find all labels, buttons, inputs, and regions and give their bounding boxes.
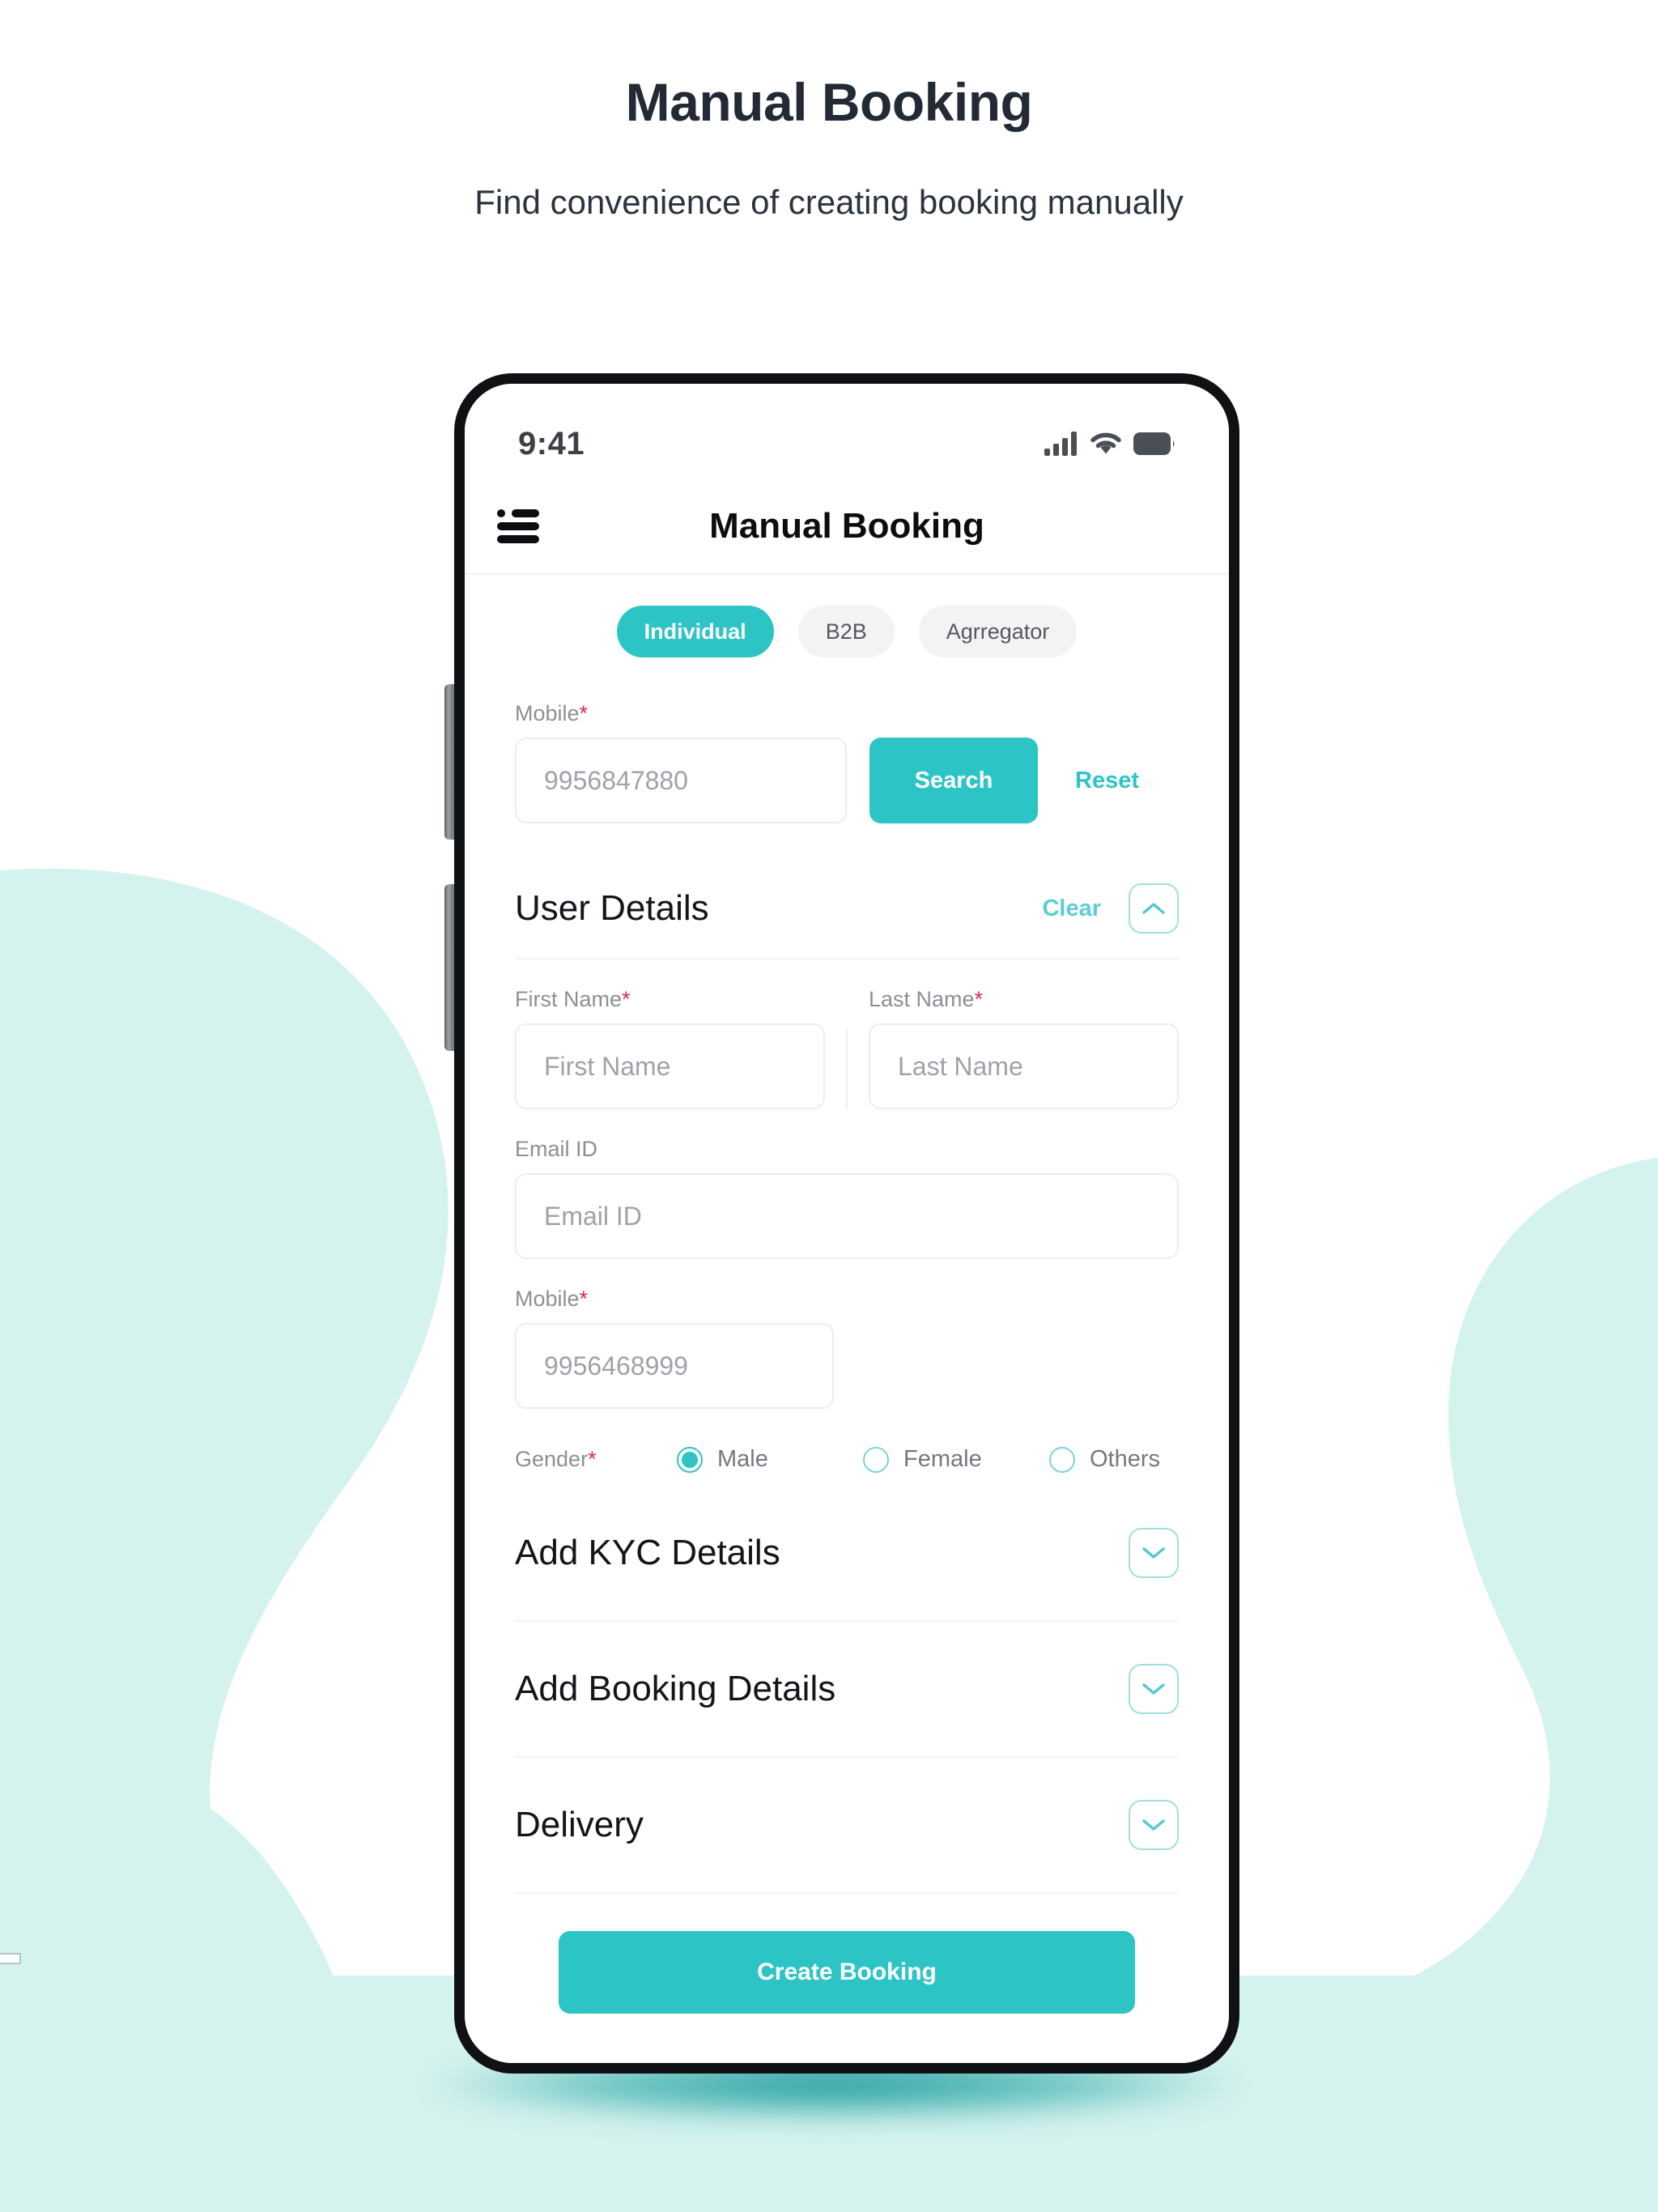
accordion-title: Delivery — [515, 1805, 644, 1844]
reset-link[interactable]: Reset — [1075, 738, 1139, 823]
radio-dot — [682, 1451, 698, 1468]
required-asterisk: * — [622, 987, 631, 1011]
right-blob — [1295, 1158, 1658, 2016]
radio-icon — [1049, 1446, 1075, 1473]
search-mobile-label-text: Mobile — [515, 701, 580, 725]
accordion-expand-button[interactable] — [1129, 1800, 1179, 1850]
last-name-label-text: Last Name — [869, 987, 975, 1011]
clear-link[interactable]: Clear — [1042, 895, 1101, 922]
first-name-label-text: First Name — [515, 987, 623, 1011]
email-group: Email ID Email ID — [515, 1137, 1179, 1259]
status-time: 9:41 — [518, 425, 585, 462]
last-name-group: Last Name* Last Name — [869, 987, 1179, 1109]
phone-volume-button[interactable] — [444, 884, 454, 1051]
search-mobile-label: Mobile* — [515, 701, 1179, 726]
divider — [515, 958, 1179, 959]
required-asterisk: * — [579, 701, 589, 725]
app-title: Manual Booking — [709, 506, 984, 546]
hamburger-bar-full — [497, 535, 539, 543]
status-bar: 9:41 — [465, 384, 1229, 479]
hamburger-bar-full — [497, 522, 539, 530]
phone-device: 9:41 Manual Booking Individual B2B Agrre… — [454, 373, 1239, 2074]
hamburger-bar-short — [512, 509, 539, 517]
hamburger-row-bottom — [497, 535, 539, 543]
accordion-title: Add KYC Details — [515, 1533, 780, 1572]
form-content: Individual B2B Agrregator Mobile* 995684… — [465, 575, 1229, 2014]
mobile-label-text: Mobile — [515, 1287, 580, 1311]
phone-screen: 9:41 Manual Booking Individual B2B Agrre… — [465, 384, 1229, 2063]
search-button[interactable]: Search — [869, 738, 1038, 823]
last-name-label: Last Name* — [869, 987, 1179, 1012]
hamburger-row-middle — [497, 522, 539, 530]
wifi-icon — [1090, 432, 1121, 454]
user-details-title: User Details — [515, 888, 709, 928]
tab-aggregator[interactable]: Agrregator — [918, 606, 1078, 657]
left-lower-blob — [0, 1758, 348, 2024]
user-details-actions: Clear — [1042, 883, 1179, 934]
gender-row: Gender* Male Female Others — [515, 1446, 1179, 1473]
gender-label: Gender* — [515, 1447, 677, 1472]
tab-b2b[interactable]: B2B — [797, 606, 895, 657]
last-name-input[interactable]: Last Name — [869, 1023, 1179, 1109]
booking-type-tabs: Individual B2B Agrregator — [515, 606, 1179, 657]
accordion-expand-button[interactable] — [1129, 1528, 1179, 1578]
create-booking-button[interactable]: Create Booking — [559, 1931, 1135, 2014]
mobile-search-row: 9956847880 Search Reset — [515, 738, 1179, 823]
radio-icon-selected — [677, 1446, 703, 1473]
gender-option-female[interactable]: Female — [863, 1446, 1049, 1473]
gender-option-others-label: Others — [1090, 1446, 1161, 1472]
cta-container: Create Booking — [515, 1894, 1179, 2014]
status-icon-group — [1044, 432, 1175, 456]
accordion-add-kyc-details[interactable]: Add KYC Details — [515, 1486, 1179, 1620]
gender-option-male[interactable]: Male — [677, 1446, 863, 1473]
field-divider — [846, 1029, 848, 1109]
user-details-collapse-button[interactable] — [1129, 883, 1179, 934]
app-header: Manual Booking — [465, 479, 1229, 575]
accordion-title: Add Booking Details — [515, 1669, 836, 1708]
edge-fragment — [0, 1953, 21, 1964]
name-row: First Name* First Name Last Name* Last N… — [515, 987, 1179, 1109]
hamburger-dot — [497, 509, 505, 517]
gender-radio-group: Male Female Others — [677, 1446, 1179, 1473]
required-asterisk: * — [588, 1447, 597, 1471]
chevron-down-icon — [1142, 1819, 1165, 1831]
first-name-group: First Name* First Name — [515, 987, 825, 1109]
gender-option-female-label: Female — [903, 1446, 982, 1472]
page-subtitle: Find convenience of creating booking man… — [474, 183, 1184, 221]
hamburger-row-top — [497, 509, 539, 517]
radio-icon — [863, 1446, 889, 1473]
required-asterisk: * — [579, 1287, 589, 1311]
cellular-signal-icon — [1044, 432, 1077, 456]
first-name-label: First Name* — [515, 987, 825, 1012]
mobile-label: Mobile* — [515, 1287, 1179, 1312]
email-input[interactable]: Email ID — [515, 1173, 1179, 1259]
tab-individual[interactable]: Individual — [616, 606, 774, 657]
email-label: Email ID — [515, 1137, 598, 1161]
battery-icon — [1133, 432, 1175, 455]
accordion-delivery[interactable]: Delivery — [515, 1758, 1179, 1892]
search-mobile-input[interactable]: 9956847880 — [515, 738, 847, 823]
gender-option-others[interactable]: Others — [1049, 1446, 1160, 1473]
page-header: Manual Booking Find convenience of creat… — [0, 0, 1658, 222]
chevron-down-icon — [1142, 1547, 1165, 1559]
phone-mute-switch[interactable] — [444, 684, 454, 840]
gender-option-male-label: Male — [717, 1446, 768, 1472]
accordion-add-booking-details[interactable]: Add Booking Details — [515, 1622, 1179, 1756]
chevron-down-icon — [1142, 1683, 1165, 1695]
first-name-input[interactable]: First Name — [515, 1023, 825, 1109]
user-details-header: User Details Clear — [515, 869, 1179, 958]
required-asterisk: * — [974, 987, 984, 1011]
mobile-input[interactable]: 9956468999 — [515, 1323, 834, 1409]
gender-label-text: Gender — [515, 1447, 589, 1471]
page-title: Manual Booking — [625, 72, 1033, 132]
screen-content: Individual B2B Agrregator Mobile* 995684… — [465, 575, 1229, 2063]
hamburger-menu-icon[interactable] — [497, 509, 539, 543]
mobile-group: Mobile* 9956468999 — [515, 1287, 1179, 1409]
chevron-up-icon — [1142, 903, 1165, 914]
accordion-expand-button[interactable] — [1129, 1664, 1179, 1714]
